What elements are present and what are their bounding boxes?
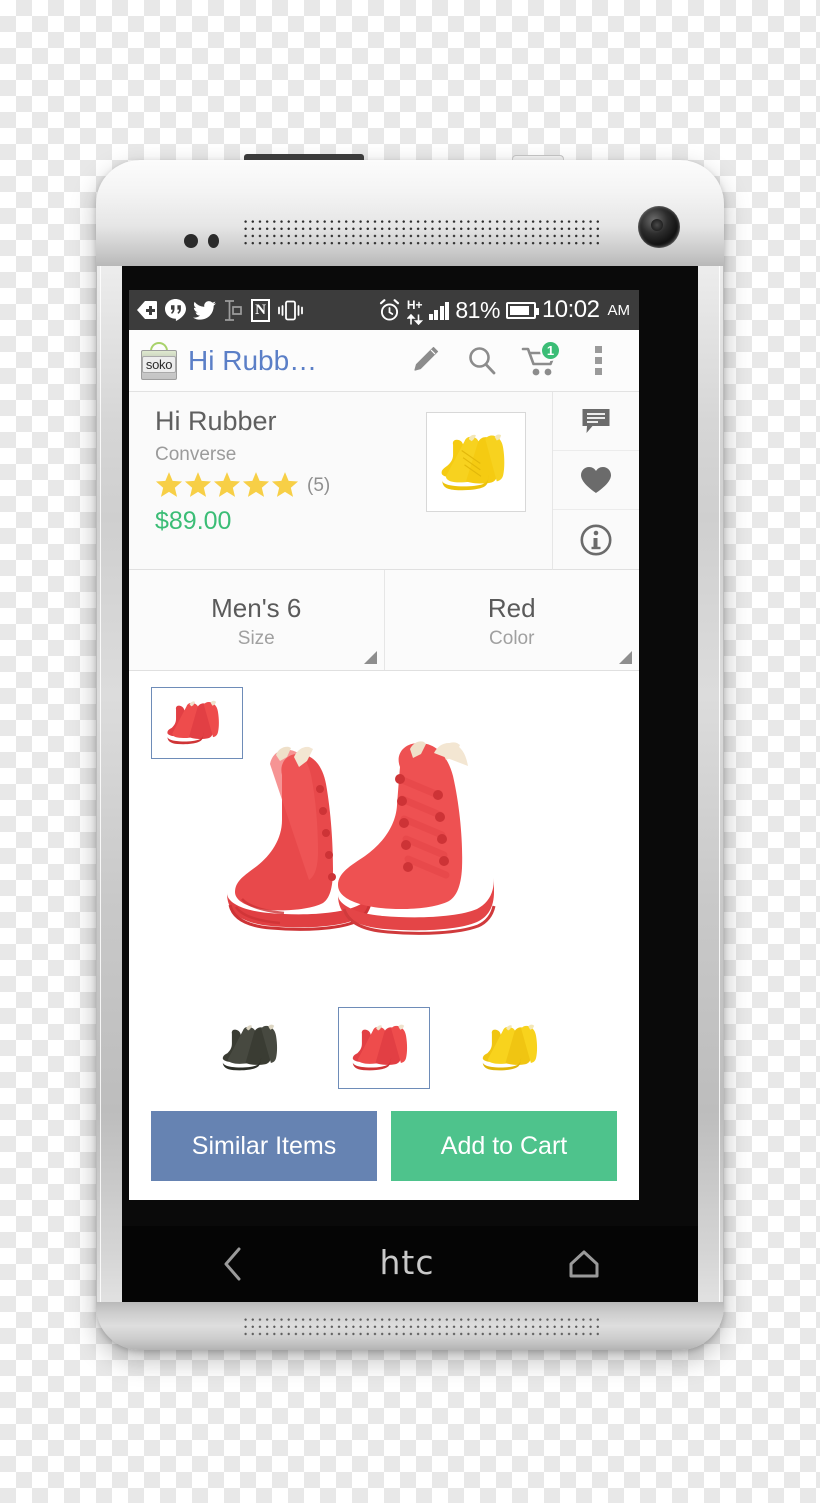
htc-brand-logo: htc [379, 1242, 435, 1282]
app-bar-title: Hi Rubb… [188, 344, 318, 376]
top-speaker-grille [242, 218, 600, 248]
search-button[interactable] [453, 332, 511, 390]
android-nav-bar: htc [122, 1226, 698, 1302]
app-bar-actions: 1 [395, 332, 627, 390]
home-button[interactable] [568, 1249, 600, 1279]
network-type-indicator: H+ [406, 296, 423, 325]
phone-screen: N H+ 81% 10:02 AM soko Hi Rubb… 1 Hi Rub… [129, 290, 639, 1200]
yellow-shoe-image [482, 1024, 538, 1071]
logo-text: soko [141, 356, 177, 373]
dropdown-caret-icon [363, 651, 377, 664]
battery-icon [505, 301, 539, 319]
product-brand: Converse [155, 444, 237, 466]
red-shoe-image [352, 1024, 408, 1071]
add-to-cart-button[interactable]: Add to Cart [391, 1111, 617, 1181]
swatch-red[interactable] [338, 1007, 430, 1089]
star-icon [155, 472, 183, 497]
tag-plus-icon [136, 300, 158, 320]
up-down-arrows-icon [406, 313, 423, 325]
action-rail [553, 392, 639, 570]
signal-bars-icon [428, 300, 450, 320]
color-label: Color [489, 627, 535, 649]
clock-meridiem: AM [607, 301, 631, 319]
network-type-label: H+ [406, 297, 423, 312]
product-thumbnail[interactable] [426, 412, 526, 512]
black-shoe-image [222, 1024, 278, 1071]
home-icon [569, 1250, 599, 1278]
cart-badge: 1 [540, 339, 561, 361]
star-icon [184, 472, 212, 497]
action-buttons: Similar Items Add to Cart [129, 1111, 639, 1199]
product-price: $89.00 [155, 507, 232, 536]
product-text-block: Hi Rubber Converse (5) $89.00 [155, 406, 426, 536]
back-button[interactable] [220, 1246, 246, 1282]
size-value: Men's 6 [211, 593, 302, 624]
swatch-black[interactable] [208, 1007, 300, 1089]
edit-button[interactable] [395, 332, 453, 390]
cart-button[interactable]: 1 [511, 332, 569, 390]
product-name: Hi Rubber [155, 406, 277, 436]
color-swatch-list [129, 1007, 639, 1089]
text-cursor-icon [223, 299, 244, 321]
front-camera-icon [638, 206, 680, 248]
option-selectors: Men's 6 Size Red Color [129, 570, 639, 671]
light-sensor-icon [208, 234, 219, 248]
star-icon [242, 472, 270, 497]
yellow-shoe-image [441, 434, 505, 491]
star-icon [271, 472, 299, 497]
hangouts-icon [165, 299, 186, 321]
product-gallery [129, 671, 639, 1111]
info-button[interactable] [553, 510, 639, 569]
battery-percent-label: 81% [455, 296, 500, 323]
bottom-speaker-grille [242, 1316, 600, 1340]
color-selector[interactable]: Red Color [383, 570, 640, 670]
twitter-icon [193, 300, 216, 320]
proximity-sensor-icon [184, 234, 198, 248]
reviews-button[interactable] [553, 392, 639, 451]
favorite-button[interactable] [553, 451, 639, 510]
phone-bottom-bezel [96, 1302, 724, 1350]
info-circle-icon [580, 524, 612, 556]
android-status-bar: N H+ 81% 10:02 AM [129, 290, 639, 330]
star-rating-icons [155, 472, 299, 499]
swatch-yellow[interactable] [468, 1007, 560, 1089]
dropdown-caret-icon [619, 651, 632, 664]
search-icon [465, 344, 499, 378]
bag-body-icon: soko [141, 349, 177, 380]
phone-top-bezel [96, 160, 724, 266]
alarm-clock-icon [378, 298, 401, 322]
hero-product-image[interactable] [204, 727, 564, 987]
product-summary: Hi Rubber Converse (5) $89.00 [129, 392, 639, 570]
color-value: Red [487, 593, 536, 624]
product-rating[interactable]: (5) [155, 472, 426, 499]
similar-items-button[interactable]: Similar Items [151, 1111, 377, 1181]
product-summary-main[interactable]: Hi Rubber Converse (5) $89.00 [129, 392, 553, 570]
clock-time: 10:02 [541, 296, 600, 323]
phone-device: N H+ 81% 10:02 AM soko Hi Rubb… 1 Hi Rub… [96, 154, 724, 1350]
overflow-button[interactable] [569, 332, 627, 390]
soko-bag-logo[interactable]: soko [139, 341, 179, 380]
size-selector[interactable]: Men's 6 Size [129, 570, 384, 670]
kebab-menu-icon [594, 346, 602, 375]
vibrate-icon [277, 300, 304, 321]
star-icon [213, 472, 241, 497]
size-label: Size [237, 627, 275, 649]
back-chevron-icon [224, 1247, 241, 1281]
nfc-icon: N [251, 298, 270, 322]
pencil-icon [407, 344, 441, 378]
rating-count: (5) [307, 474, 331, 496]
app-bar: soko Hi Rubb… 1 [129, 330, 639, 392]
comment-icon [581, 407, 611, 435]
heart-icon [580, 466, 612, 494]
red-converse-high-top-pair [227, 741, 496, 935]
